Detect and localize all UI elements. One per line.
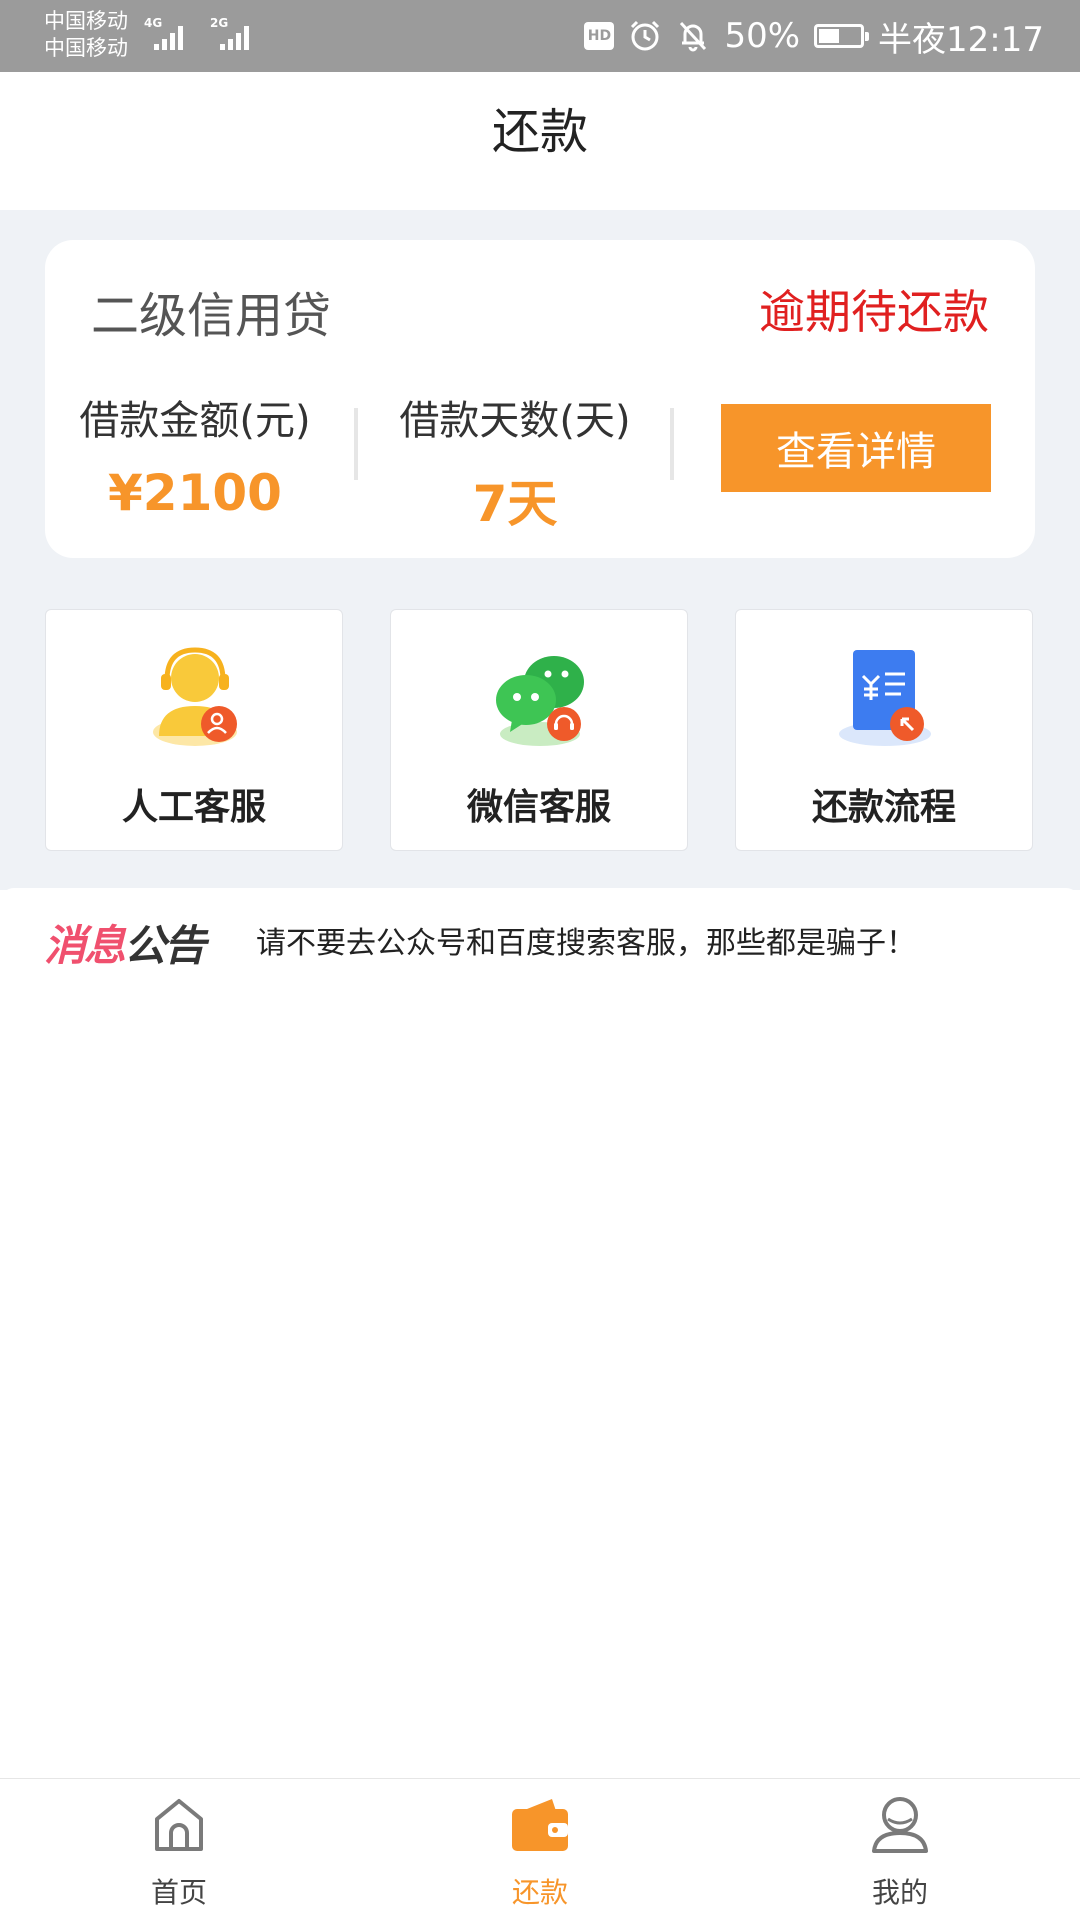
stat-divider <box>354 408 358 480</box>
loan-amount-value: ¥2100 <box>108 464 282 522</box>
service-tile-customer-service[interactable]: 人工客服 <box>45 609 343 851</box>
loan-amount-label: 借款金额(元) <box>79 398 311 444</box>
service-tile-wechat[interactable]: 微信客服 <box>390 609 688 851</box>
status-bar: 中国移动 中国移动 4G 2G HD 50% 半夜12:17 <box>0 0 1080 72</box>
loan-amount-stat: 借款金额(元) ¥2100 <box>45 388 345 522</box>
header: 还款 <box>0 72 1080 210</box>
service-label: 微信客服 <box>466 787 611 828</box>
clock: 半夜12:17 <box>878 19 1044 60</box>
hd-icon: HD <box>584 22 615 50</box>
service-label: 还款流程 <box>811 787 956 828</box>
battery-icon <box>814 24 870 48</box>
service-label: 人工客服 <box>121 787 266 828</box>
tab-label: 我的 <box>871 1876 928 1909</box>
notice-text: 请不要去公众号和百度搜索客服，那些都是骗子！ <box>256 926 916 961</box>
wallet-icon <box>512 1799 568 1851</box>
loan-days-label: 借款天数(天) <box>399 398 631 444</box>
tab-repayment[interactable]: 还款 <box>440 1779 640 1921</box>
notice-logo-part2: 公告 <box>124 921 206 970</box>
customer-service-icon <box>153 647 237 746</box>
loan-card: 二级信用贷 逾期待还款 借款金额(元) ¥2100 借款天数(天) 7天 查看详… <box>45 240 1035 558</box>
alarm-icon <box>631 20 660 51</box>
bell-muted-icon <box>680 21 707 52</box>
tab-profile[interactable]: 我的 <box>800 1779 1000 1921</box>
battery-percent: 50% <box>724 16 801 56</box>
tab-label: 首页 <box>150 1876 207 1909</box>
carrier-1: 中国移动 <box>44 9 128 33</box>
bottom-tab-bar: 首页 还款 我的 <box>0 1778 1080 1921</box>
battery-level <box>819 29 840 43</box>
loan-days-value: 7天 <box>472 475 558 533</box>
tab-home[interactable]: 首页 <box>79 1779 279 1921</box>
signal-icon-2: 2G <box>210 16 266 50</box>
home-icon <box>155 1799 203 1851</box>
view-details-button[interactable]: 查看详情 <box>721 404 991 492</box>
repayment-process-icon <box>839 650 931 746</box>
wechat-icon <box>496 656 584 746</box>
stat-divider <box>670 408 674 480</box>
page-title: 还款 <box>491 104 588 160</box>
signal-icon-1: 4G <box>144 16 200 50</box>
loan-days-stat: 借款天数(天) 7天 <box>365 388 665 536</box>
profile-icon <box>872 1797 928 1853</box>
loan-status: 逾期待还款 <box>759 285 989 339</box>
service-tile-repayment-process[interactable]: 还款流程 <box>735 609 1033 851</box>
carrier-labels: 中国移动 中国移动 <box>44 8 128 62</box>
carrier-2: 中国移动 <box>44 36 128 60</box>
notice-logo-part1: 消息 <box>44 921 126 970</box>
notice-logo: 消息公告 <box>44 912 206 973</box>
tab-label: 还款 <box>511 1876 568 1909</box>
product-name: 二级信用贷 <box>91 288 332 344</box>
notice-bar: 消息公告 请不要去公众号和百度搜索客服，那些都是骗子！ <box>0 888 1080 992</box>
